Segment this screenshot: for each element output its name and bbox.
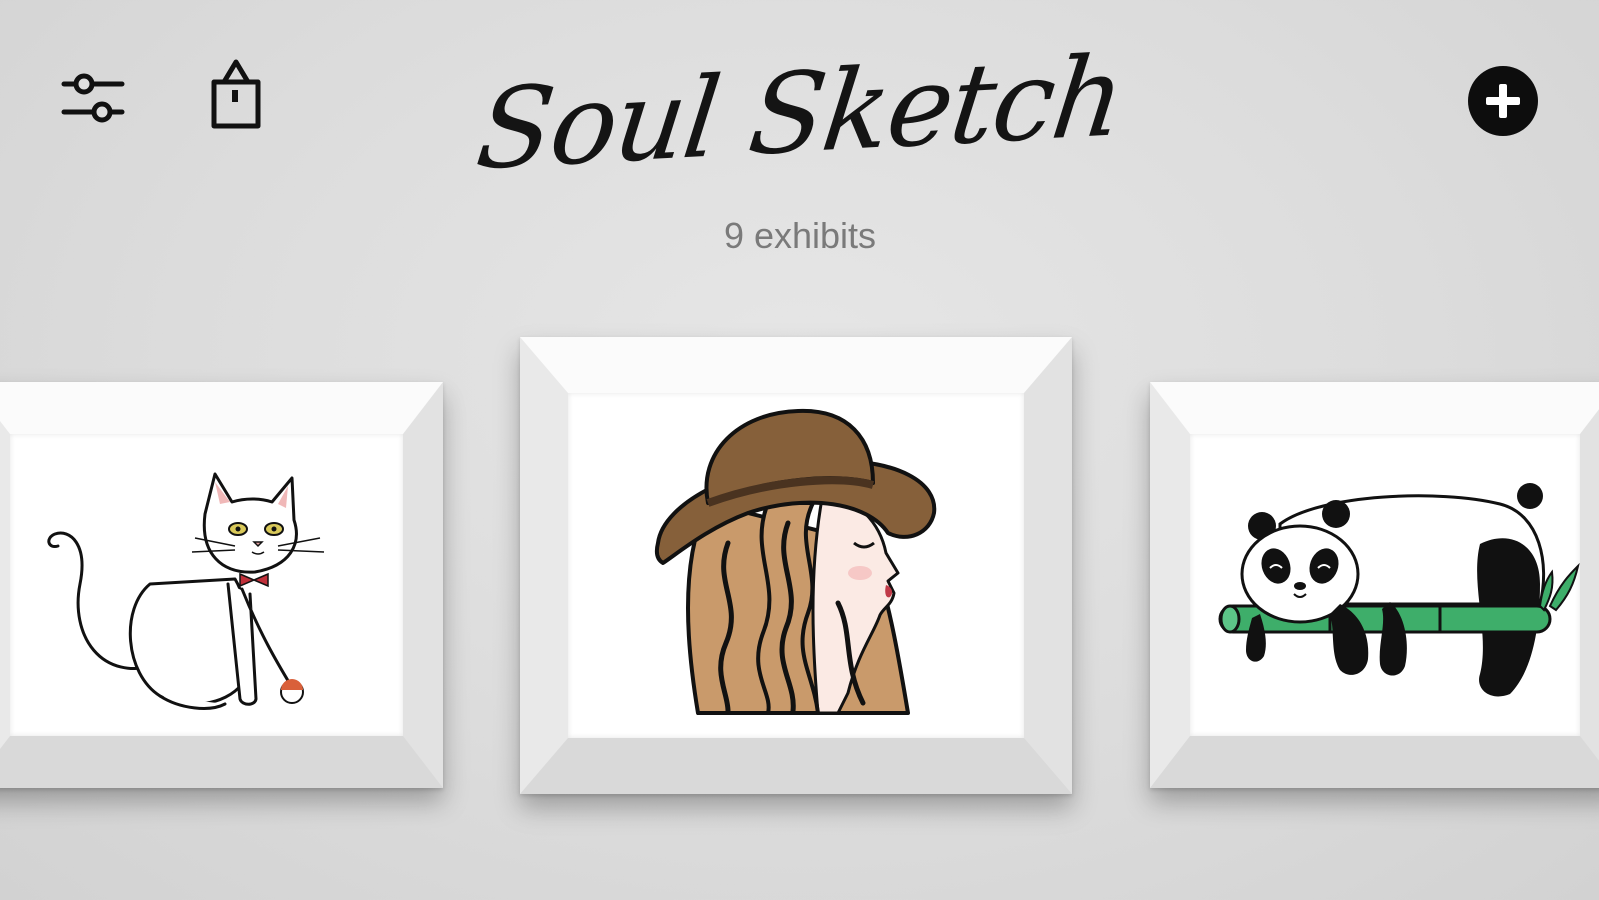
exhibit-artwork-cat (10, 434, 403, 736)
add-circle-icon (1468, 66, 1538, 136)
exhibit-frame-girl[interactable] (520, 337, 1072, 794)
exhibit-frame-cat[interactable] (0, 382, 443, 788)
panda-illustration (1218, 483, 1580, 697)
cat-illustration (47, 472, 325, 710)
filter-button[interactable] (60, 68, 126, 128)
exhibit-frame-panda[interactable] (1150, 382, 1599, 788)
shop-button[interactable] (206, 56, 266, 130)
exhibit-artwork-girl (568, 393, 1024, 738)
sliders-icon (61, 73, 125, 123)
app-title: Soul Sketch (470, 31, 1130, 195)
exhibit-artwork-panda (1190, 434, 1580, 736)
shopping-bag-icon (211, 59, 261, 129)
add-button[interactable] (1466, 64, 1540, 138)
girl-in-hat-illustration (654, 408, 937, 715)
exhibit-count: 9 exhibits (723, 215, 877, 256)
